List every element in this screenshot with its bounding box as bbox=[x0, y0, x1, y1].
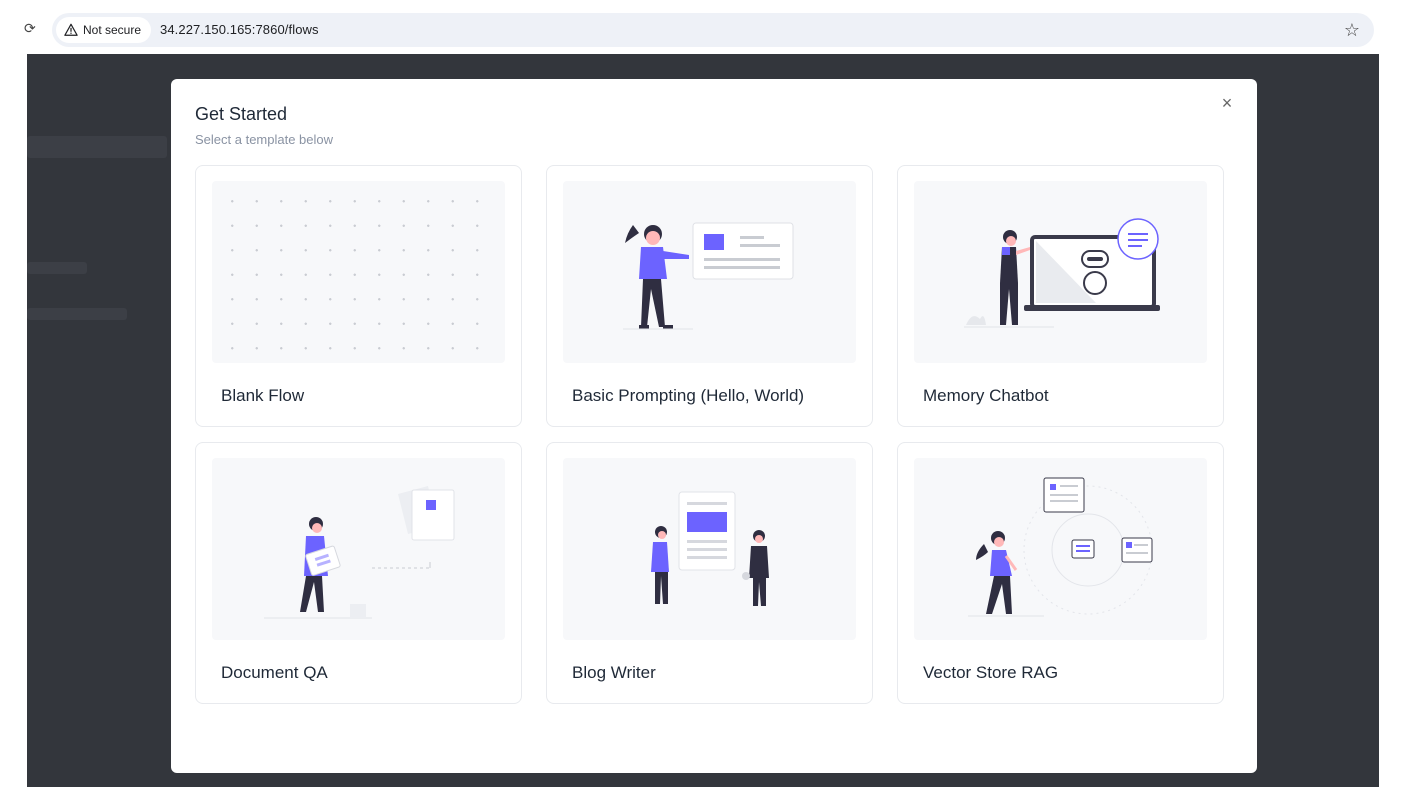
security-chip[interactable]: Not secure bbox=[56, 17, 152, 43]
template-card-blog-writer[interactable]: Blog Writer bbox=[546, 442, 873, 704]
ghost-nav-item bbox=[27, 262, 87, 274]
warning-icon bbox=[64, 23, 78, 36]
template-card-blank-flow[interactable]: Blank Flow bbox=[195, 165, 522, 427]
template-label: Basic Prompting (Hello, World) bbox=[572, 386, 805, 405]
get-started-modal: × Get Started Select a template below Bl… bbox=[171, 79, 1257, 773]
ghost-nav-item bbox=[27, 308, 127, 320]
dot-grid-icon bbox=[212, 181, 505, 363]
people-with-article-icon bbox=[651, 491, 769, 606]
template-card-memory-chatbot[interactable]: Memory Chatbot bbox=[897, 165, 1224, 427]
modal-title: Get Started bbox=[195, 104, 288, 124]
template-label: Vector Store RAG bbox=[923, 663, 1059, 682]
modal-subtitle: Select a template below bbox=[195, 132, 334, 147]
template-label: Blog Writer bbox=[572, 663, 656, 682]
person-presenting-board-icon bbox=[623, 222, 794, 330]
template-label: Blank Flow bbox=[221, 386, 305, 405]
template-card-basic-prompting[interactable]: Basic Prompting (Hello, World) bbox=[546, 165, 873, 427]
address-bar[interactable]: Not secure 34.227.150.165:7860/flows ☆ bbox=[52, 13, 1374, 47]
person-with-vector-nodes-icon bbox=[968, 477, 1153, 617]
template-card-document-qa[interactable]: Document QA bbox=[195, 442, 522, 704]
reload-icon[interactable]: ⟳ bbox=[24, 19, 42, 37]
person-with-documents-icon bbox=[264, 486, 455, 619]
security-label: Not secure bbox=[83, 23, 142, 37]
bookmark-star-icon[interactable]: ☆ bbox=[1344, 19, 1360, 41]
url-text[interactable]: 34.227.150.165:7860/flows bbox=[160, 22, 319, 37]
browser-chrome: ⟳ Not secure 34.227.150.165:7860/flows ☆ bbox=[0, 0, 1401, 56]
template-card-vector-store-rag[interactable]: Vector Store RAG bbox=[897, 442, 1224, 704]
ghost-heading bbox=[27, 136, 167, 158]
close-icon[interactable]: × bbox=[1217, 93, 1237, 113]
template-label: Document QA bbox=[221, 663, 328, 682]
template-label: Memory Chatbot bbox=[923, 386, 1049, 405]
person-with-chatbot-laptop-icon bbox=[964, 218, 1160, 328]
